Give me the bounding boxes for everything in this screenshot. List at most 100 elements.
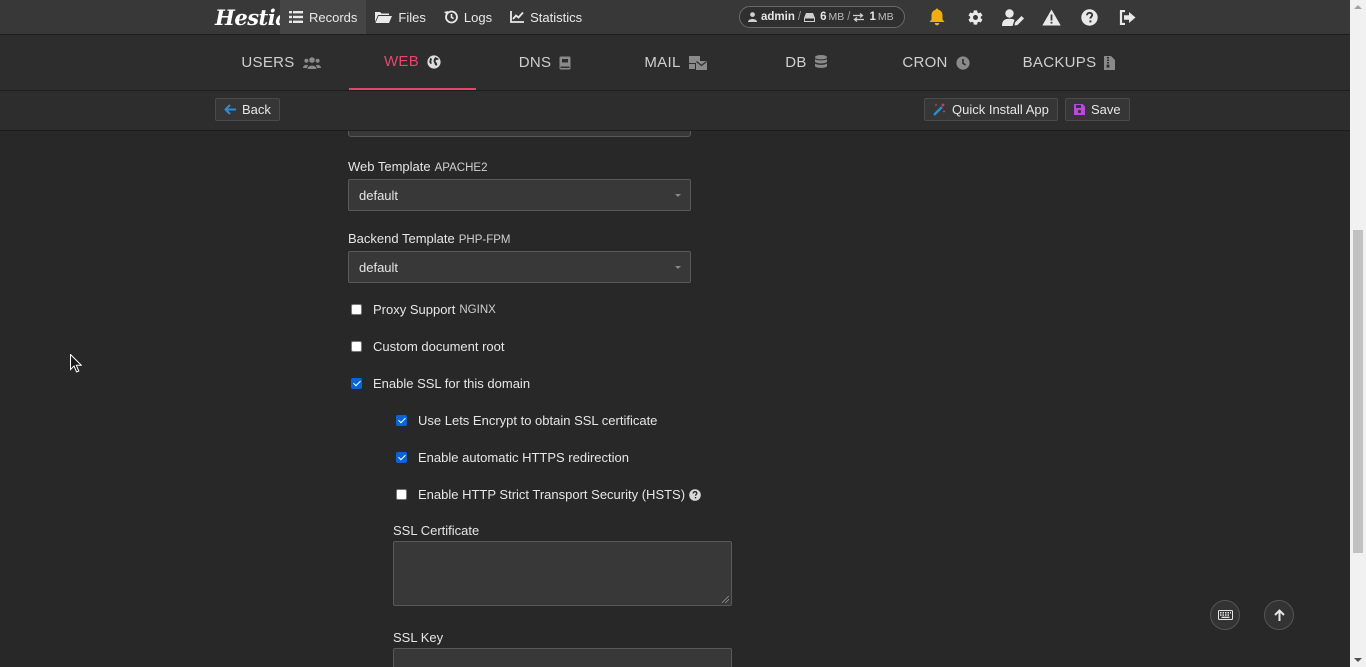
bell-icon xyxy=(929,8,945,26)
gear-icon xyxy=(968,9,982,25)
top-icons xyxy=(918,0,1146,34)
custom-docroot-checkbox[interactable] xyxy=(351,341,362,352)
custom-docroot-row: Custom document root xyxy=(351,339,505,354)
disk-usage-value: 6 xyxy=(820,11,827,23)
proxy-support-hint: NGINX xyxy=(459,303,496,316)
book-icon xyxy=(559,56,571,69)
tab-backups-label: BACKUPS xyxy=(1022,54,1097,71)
ssl-key-label: SSL Key xyxy=(393,630,444,645)
tab-users-label: USERS xyxy=(241,54,295,71)
enable-ssl-label[interactable]: Enable SSL for this domain xyxy=(373,376,530,391)
tab-dns[interactable]: DNS xyxy=(505,35,585,90)
warning-icon xyxy=(1041,9,1061,25)
notifications-button[interactable] xyxy=(918,0,956,34)
hdd-icon xyxy=(804,12,816,22)
web-template-select[interactable]: default xyxy=(348,179,691,211)
nav-records[interactable]: Records xyxy=(280,0,367,34)
letsencrypt-label[interactable]: Use Lets Encrypt to obtain SSL certifica… xyxy=(418,413,657,428)
custom-docroot-label[interactable]: Custom document root xyxy=(373,339,505,354)
scroll-down-arrow-icon[interactable] xyxy=(1354,658,1362,662)
letsencrypt-checkbox[interactable] xyxy=(396,415,407,426)
usage-badge[interactable]: admin / 6 MB / 1 MB xyxy=(739,6,905,28)
nav-statistics-label: Statistics xyxy=(530,9,583,25)
ssl-key-textarea[interactable] xyxy=(393,648,732,667)
tab-db[interactable]: DB xyxy=(771,35,841,90)
toolbar: Back Quick Install App Save xyxy=(0,91,1350,131)
https-redirect-row: Enable automatic HTTPS redirection xyxy=(396,450,629,465)
save-button[interactable]: Save xyxy=(1065,98,1130,121)
backend-template-hint: PHP-FPM xyxy=(458,234,511,246)
backend-template-value: default xyxy=(359,259,399,275)
ssl-certificate-textarea[interactable] xyxy=(393,541,732,606)
tab-db-label: DB xyxy=(785,54,807,71)
quick-install-app-label: Quick Install App xyxy=(952,102,1049,117)
history-icon xyxy=(443,10,458,24)
tab-web[interactable]: WEB xyxy=(349,35,476,90)
mail-bulk-icon xyxy=(688,55,707,70)
hestia-logo[interactable]: Hestia xyxy=(215,4,289,30)
tab-mail[interactable]: MAIL xyxy=(633,35,718,90)
alerts-button[interactable] xyxy=(1032,0,1070,34)
bandwidth-usage-unit: MB xyxy=(877,11,894,23)
user-profile-button[interactable] xyxy=(994,0,1032,34)
bandwidth-usage-value: 1 xyxy=(869,11,876,23)
hsts-checkbox[interactable] xyxy=(396,489,407,500)
keyboard-icon xyxy=(1217,610,1233,620)
tab-cron[interactable]: CRON xyxy=(896,35,976,90)
main-tabs: USERS WEB DNS MAIL DB CRON BACKUPS xyxy=(0,35,1350,91)
nav-logs[interactable]: Logs xyxy=(435,0,501,34)
proxy-support-label[interactable]: Proxy Support xyxy=(373,302,455,317)
chevron-down-icon xyxy=(675,194,681,197)
keyboard-shortcuts-button[interactable] xyxy=(1210,600,1240,630)
tab-mail-label: MAIL xyxy=(644,54,681,71)
users-icon xyxy=(302,56,321,69)
backend-template-label: Backend Template PHP-FPM xyxy=(348,231,510,246)
proxy-support-checkbox[interactable] xyxy=(351,304,362,315)
database-icon xyxy=(814,55,827,68)
clock-icon xyxy=(956,55,970,70)
help-button[interactable] xyxy=(1070,0,1108,34)
scrollbar-thumb[interactable] xyxy=(1353,230,1363,553)
nav-statistics[interactable]: Statistics xyxy=(501,0,591,34)
enable-ssl-checkbox[interactable] xyxy=(351,378,362,389)
arrow-left-icon xyxy=(224,104,236,115)
https-redirect-label[interactable]: Enable automatic HTTPS redirection xyxy=(418,450,629,465)
enable-ssl-row: Enable SSL for this domain xyxy=(351,376,530,391)
quick-install-app-button[interactable]: Quick Install App xyxy=(924,98,1058,121)
mouse-cursor-icon xyxy=(70,354,82,373)
tab-dns-label: DNS xyxy=(518,54,552,71)
arrow-up-icon xyxy=(1273,609,1285,621)
backend-template-select[interactable]: default xyxy=(348,251,691,283)
https-redirect-checkbox[interactable] xyxy=(396,452,407,463)
hsts-row: Enable HTTP Strict Transport Security (H… xyxy=(396,487,701,502)
logout-icon xyxy=(1119,9,1135,25)
hsts-label[interactable]: Enable HTTP Strict Transport Security (H… xyxy=(418,487,685,502)
tab-users[interactable]: USERS xyxy=(230,35,332,90)
web-template-hint: APACHE2 xyxy=(434,162,488,174)
logout-button[interactable] xyxy=(1108,0,1146,34)
backend-template-label-text: Backend Template xyxy=(348,231,455,246)
nav-files[interactable]: Files xyxy=(366,0,434,34)
web-template-label-text: Web Template xyxy=(348,159,431,174)
user-icon xyxy=(748,12,757,22)
nav-logs-label: Logs xyxy=(463,9,493,25)
question-circle-icon[interactable] xyxy=(689,488,701,501)
top-nav: Records Files Logs Statistics xyxy=(280,0,591,34)
usage-separator-2: / xyxy=(847,11,851,23)
exchange-icon xyxy=(853,12,865,22)
previous-field-input[interactable] xyxy=(348,131,691,137)
nav-files-label: Files xyxy=(398,9,426,25)
back-button[interactable]: Back xyxy=(215,98,280,121)
nav-records-label: Records xyxy=(309,9,358,25)
scroll-up-arrow-icon[interactable] xyxy=(1354,5,1362,9)
back-button-label: Back xyxy=(242,102,271,117)
web-template-value: default xyxy=(359,187,399,203)
top-bar: Hestia Records Files Logs Statistics adm… xyxy=(0,0,1350,35)
chevron-down-icon xyxy=(675,266,681,269)
disk-usage-unit: MB xyxy=(828,11,845,23)
scroll-to-top-button[interactable] xyxy=(1264,600,1294,630)
resize-grip-icon[interactable] xyxy=(722,596,729,603)
page-scrollbar[interactable] xyxy=(1350,0,1366,667)
tab-backups[interactable]: BACKUPS xyxy=(1018,35,1120,90)
settings-button[interactable] xyxy=(956,0,994,34)
